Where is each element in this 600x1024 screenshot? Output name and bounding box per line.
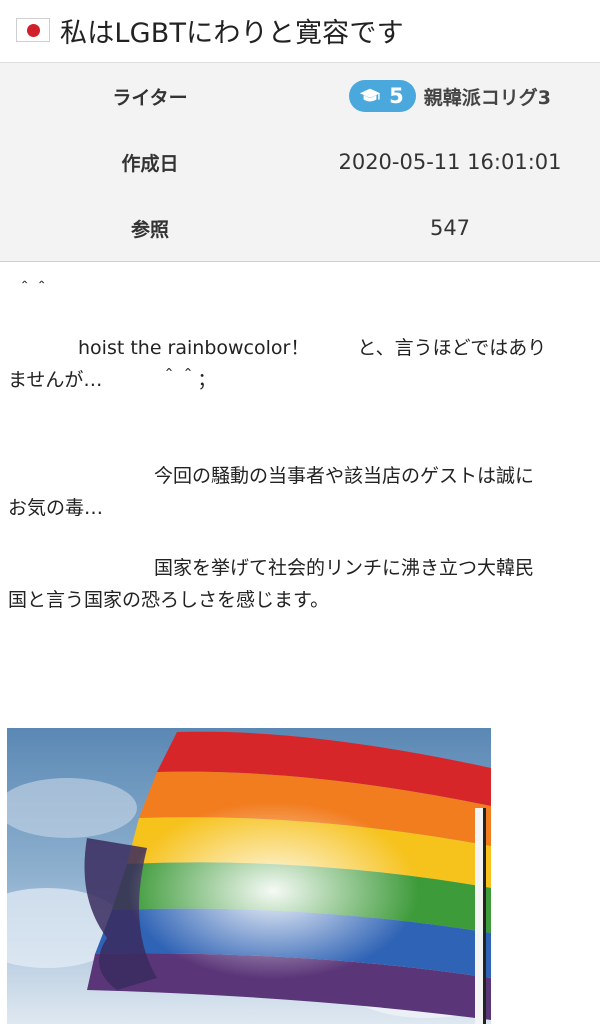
level-badge: 5 [349, 80, 416, 112]
rainbow-flag-photo [7, 728, 491, 1024]
body-line-2: ませんが… ＾＾； [8, 369, 217, 391]
date-value: 2020-05-11 16:01:01 [338, 150, 562, 174]
graduation-cap-icon [359, 88, 381, 102]
body-line-1b: と、言うほどではあり [357, 337, 547, 359]
views-value: 547 [429, 216, 471, 240]
body-line-4: お気の毒… [8, 497, 104, 519]
body-line-smile: ＾＾ [16, 282, 50, 302]
views-row: 参照 547 [0, 195, 600, 261]
body-line-5: 国家を挙げて社会的リンチに沸き立つ大韓民 [154, 557, 535, 579]
flag-circle [26, 23, 40, 37]
body-line-1a: hoist the rainbowcolor！ [78, 337, 310, 359]
level-number: 5 [389, 84, 404, 108]
views-label: 参照 [130, 218, 169, 241]
post-title: 私はLGBTにわりと寛容です [60, 17, 404, 49]
post-header: 私はLGBTにわりと寛容です [0, 0, 600, 60]
japan-flag-icon [16, 18, 50, 42]
date-row: 作成日 2020-05-11 16:01:01 [0, 129, 600, 195]
body-line-3: 今回の騒動の当事者や該当店のゲストは誠に [154, 465, 535, 487]
post-meta-table: ライター 5 親韓派コリグ3 作成日 2020-05-11 16:01:01 参… [0, 62, 600, 262]
writer-value[interactable]: 5 親韓派コリグ3 [300, 80, 600, 112]
body-paragraph-1: hoist the rainbowcolor！ と、言うほどではあり [8, 332, 592, 364]
date-label: 作成日 [121, 152, 179, 175]
rainbow-flag-image [7, 728, 491, 1024]
body-line-6: 国と言う国家の恐ろしさを感じます。 [8, 589, 330, 611]
writer-row: ライター 5 親韓派コリグ3 [0, 63, 600, 129]
writer-label: ライター [112, 86, 188, 109]
writer-name[interactable]: 親韓派コリグ3 [424, 83, 551, 110]
post-body: ＾＾ hoist the rainbowcolor！ と、言うほどではあり ません… [0, 262, 600, 616]
